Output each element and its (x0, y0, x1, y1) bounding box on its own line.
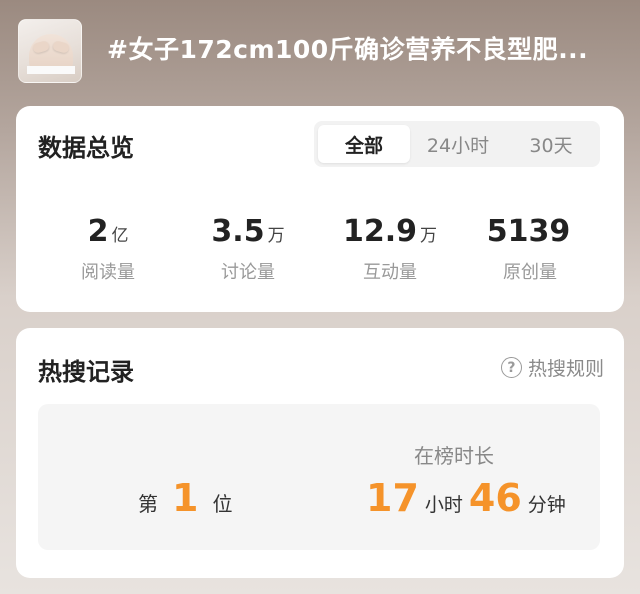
stat-unit: 万 (420, 226, 438, 246)
stat-label: 互动量 (363, 262, 417, 283)
peak-rank: 第 1 位 (138, 476, 232, 520)
rank-number: 1 (172, 476, 199, 520)
thumbnail-waistband (27, 66, 75, 74)
stat-label: 阅读量 (81, 262, 135, 283)
on-list-duration: 17 小时 46 分钟 (366, 476, 572, 520)
time-range-tabs: 全部 24小时 30天 (314, 121, 600, 167)
tab-24h[interactable]: 24小时 (410, 125, 506, 163)
topic-thumbnail[interactable] (18, 19, 82, 83)
data-overview-card: 数据总览 全部 24小时 30天 2亿 阅读量 3.5 万 讨论量 12.9 万 互… (16, 106, 624, 312)
rank-prefix: 第 (138, 492, 158, 516)
stat-read-count: 2亿 阅读量 (38, 214, 178, 284)
stat-unit: 亿 (111, 226, 129, 246)
stat-value: 3.5 (211, 214, 265, 249)
stat-unit: 万 (267, 226, 285, 246)
stat-discussion-count: 3.5 万 讨论量 (178, 214, 318, 284)
stat-value: 2 (87, 214, 109, 249)
stat-label: 原创量 (503, 262, 557, 283)
hours-unit: 小时 (424, 494, 463, 516)
stat-interaction-count: 12.9 万 互动量 (320, 214, 460, 284)
duration-label: 在榜时长 (414, 444, 494, 468)
topic-header: #女子172cm100斤确诊营养不良型肥... (0, 0, 640, 100)
rank-suffix: 位 (212, 492, 233, 516)
help-icon: ? (500, 357, 522, 378)
overview-title: 数据总览 (38, 134, 134, 162)
stat-label: 讨论量 (221, 262, 275, 283)
hot-search-rules-link[interactable]: ? 热搜规则 (500, 354, 604, 381)
duration-minutes: 46 (468, 476, 522, 520)
duration-hours: 17 (366, 476, 419, 520)
tab-30d[interactable]: 30天 (506, 125, 596, 163)
hot-search-title: 热搜记录 (38, 358, 134, 386)
stats-row: 2亿 阅读量 3.5 万 讨论量 12.9 万 互动量 5139 原创量 (16, 214, 624, 294)
hot-search-card: 热搜记录 ? 热搜规则 第 1 位 在榜时长 17 小时 46 分钟 (16, 328, 624, 578)
stat-original-count: 5139 原创量 (460, 214, 600, 284)
stat-value: 5139 (486, 214, 571, 249)
minutes-unit: 分钟 (527, 494, 566, 516)
topic-title[interactable]: #女子172cm100斤确诊营养不良型肥... (107, 30, 627, 66)
tab-all[interactable]: 全部 (318, 125, 410, 163)
stat-value: 12.9 (342, 214, 418, 249)
rules-label: 热搜规则 (527, 358, 604, 380)
hot-search-record-panel: 第 1 位 在榜时长 17 小时 46 分钟 (38, 404, 600, 550)
